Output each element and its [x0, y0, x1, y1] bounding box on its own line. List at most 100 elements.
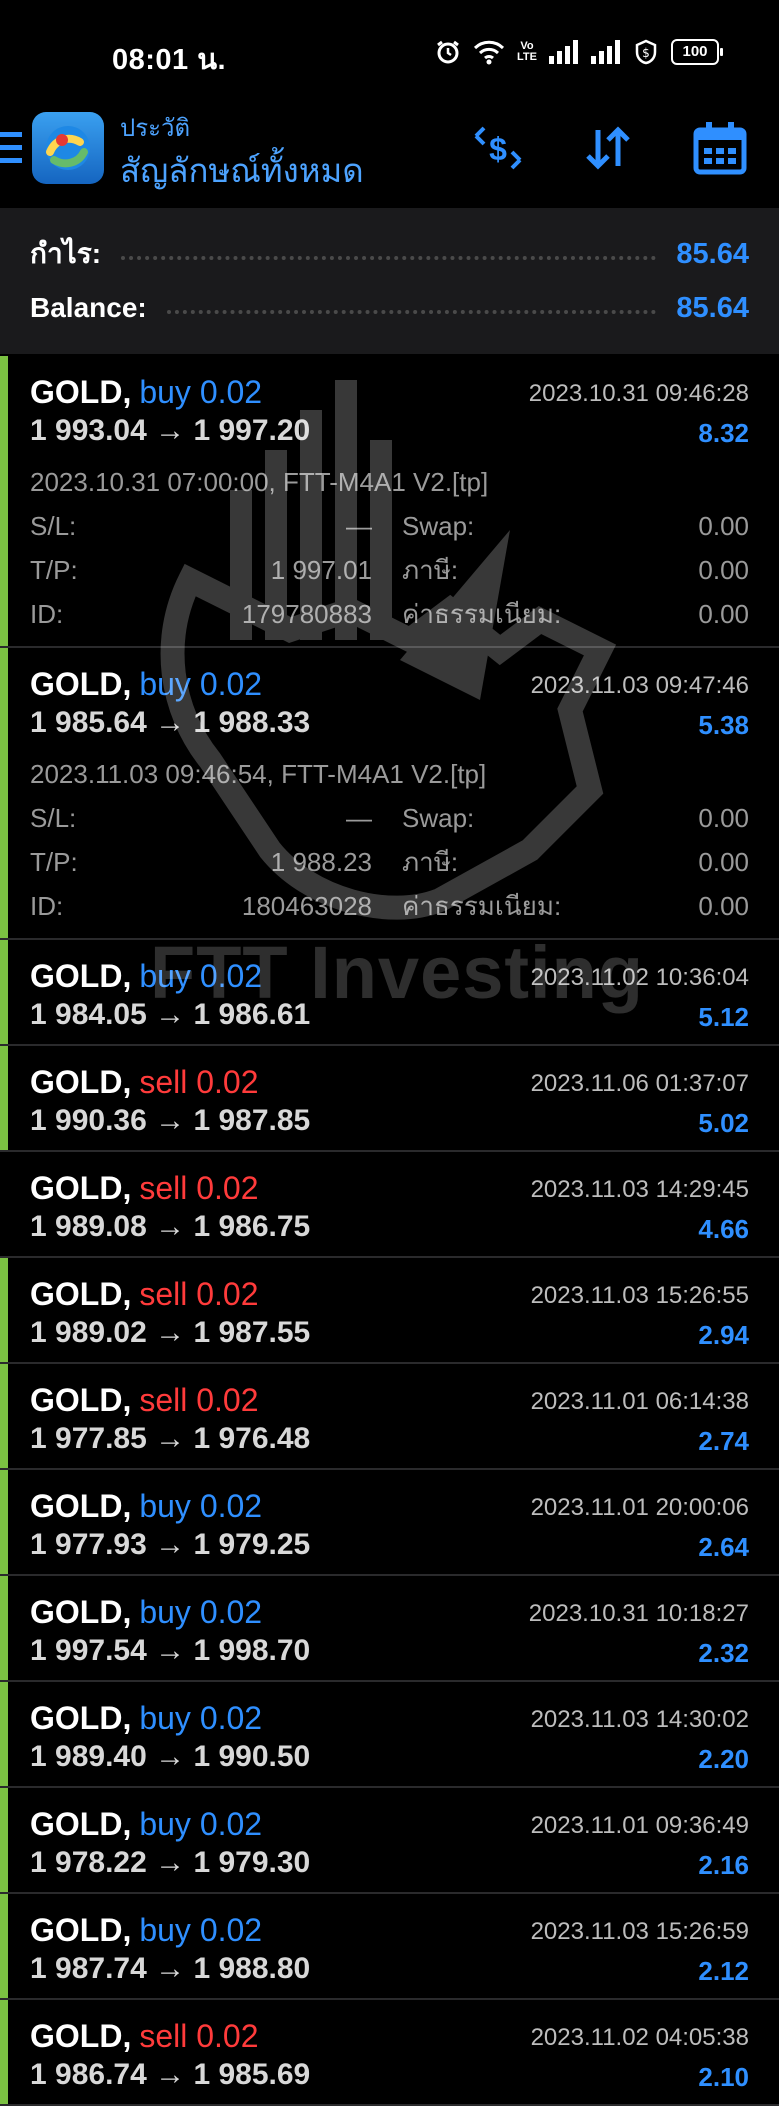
- detail-value: 1 988.23: [270, 846, 372, 877]
- sort-icon[interactable]: [580, 120, 636, 181]
- deal-profit: 8.32: [698, 418, 749, 448]
- detail-value: 0.00: [698, 598, 749, 629]
- deal-symbol-text: GOLD,: [30, 1064, 132, 1100]
- detail-value: 0.00: [698, 554, 749, 585]
- deal-time: 2023.11.06 01:37:07: [530, 1070, 749, 1097]
- deal-profit: 5.38: [698, 710, 749, 740]
- deal-symbol: GOLD, sell 0.02: [30, 1064, 259, 1101]
- deal-item[interactable]: GOLD, buy 0.02 1 987.74 → 1 988.80 2023.11.…: [0, 1894, 779, 2000]
- deal-profit: 2.64: [698, 1532, 749, 1562]
- signal-icon-2: [591, 40, 621, 64]
- deal-type: sell 0.02: [139, 1170, 259, 1206]
- deal-symbol-text: GOLD,: [30, 2018, 132, 2054]
- deal-prices: 1 978.22 → 1 979.30: [30, 1846, 311, 1879]
- battery-icon: 100: [671, 39, 723, 65]
- deal-symbol-text: GOLD,: [30, 1276, 132, 1312]
- svg-text:$: $: [642, 46, 650, 60]
- deal-prices: 1 985.64 → 1 988.33: [30, 706, 311, 739]
- balance-row: Balance: 85.64: [30, 288, 749, 328]
- deal-type: sell 0.02: [139, 1382, 259, 1418]
- deal-type: buy 0.02: [139, 1488, 263, 1524]
- deal-item[interactable]: GOLD, buy 0.02 1 978.22 → 1 979.30 2023.11.…: [0, 1788, 779, 1894]
- menu-icon[interactable]: [0, 128, 22, 173]
- deal-symbol: GOLD, buy 0.02: [30, 1806, 262, 1843]
- currency-filter-icon[interactable]: $: [470, 120, 526, 181]
- deal-details: 2023.10.31 07:00:00, FTT-M4A1 V2.[tp] S/L…: [0, 460, 779, 646]
- balance-label: Balance:: [30, 292, 147, 323]
- deal-prices: 1 986.74 → 1 985.69: [30, 2058, 311, 2091]
- deal-item[interactable]: GOLD, sell 0.02 1 986.74 → 1 985.69 2023.11…: [0, 2000, 779, 2106]
- deal-time: 2023.11.03 14:30:02: [530, 1706, 749, 1733]
- profit-row: กำไร: 85.64: [30, 234, 749, 274]
- svg-text:$: $: [489, 131, 507, 167]
- deal-symbol-text: GOLD,: [30, 1170, 132, 1206]
- deal-type: buy 0.02: [139, 666, 263, 702]
- status-icons: Vo LTE $ 100: [435, 36, 723, 68]
- detail-label: ภาษี:: [402, 554, 459, 585]
- deal-item[interactable]: GOLD, sell 0.02 1 977.85 → 1 976.48 2023.11…: [0, 1364, 779, 1470]
- detail-row: S/L: — Swap: 0.00: [30, 504, 749, 548]
- detail-value: 0.00: [698, 846, 749, 877]
- deal-details: 2023.11.03 09:46:54, FTT-M4A1 V2.[tp] S/L…: [0, 752, 779, 938]
- detail-label: ภาษี:: [402, 846, 459, 877]
- deal-item[interactable]: GOLD, buy 0.02 1 985.64 → 1 988.33 2023.11.…: [0, 648, 779, 940]
- deal-item[interactable]: GOLD, sell 0.02 1 989.02 → 1 987.55 2023.11…: [0, 1258, 779, 1364]
- deal-item[interactable]: GOLD, sell 0.02 1 989.08 → 1 986.75 2023.11…: [0, 1152, 779, 1258]
- deal-symbol-text: GOLD,: [30, 1700, 132, 1736]
- deal-prices: 1 989.08 → 1 986.75: [30, 1210, 311, 1243]
- deal-time: 2023.10.31 09:46:28: [528, 380, 749, 407]
- deal-symbol: GOLD, buy 0.02: [30, 1488, 262, 1525]
- deal-time: 2023.11.01 06:14:38: [530, 1388, 749, 1415]
- deal-symbol: GOLD, buy 0.02: [30, 666, 262, 703]
- deal-profit: 5.12: [698, 1002, 749, 1032]
- deal-type: sell 0.02: [139, 1276, 259, 1312]
- profit-value: 85.64: [676, 237, 749, 270]
- detail-label: T/P:: [30, 554, 78, 585]
- data-saver-icon: $: [633, 39, 659, 65]
- status-bar: 08:01 น. Vo LTE $ 100: [0, 0, 779, 100]
- deal-type: buy 0.02: [139, 1806, 263, 1842]
- deal-symbol: GOLD, sell 0.02: [30, 2018, 259, 2055]
- detail-label: ค่าธรรมเนียม:: [402, 598, 562, 629]
- detail-value: 0.00: [698, 890, 749, 921]
- detail-label: S/L:: [30, 510, 77, 541]
- deal-symbol-text: GOLD,: [30, 1594, 132, 1630]
- deal-symbol: GOLD, sell 0.02: [30, 1276, 259, 1313]
- deal-item[interactable]: GOLD, buy 0.02 1 993.04 → 1 997.20 2023.10.…: [0, 356, 779, 648]
- detail-row: T/P: 1 988.23 ภาษี: 0.00: [30, 840, 749, 884]
- detail-value: 1 997.01: [270, 554, 372, 585]
- deal-profit: 2.32: [698, 1638, 749, 1668]
- deal-item[interactable]: GOLD, sell 0.02 1 990.36 → 1 987.85 2023.11…: [0, 1046, 779, 1152]
- profit-label: กำไร:: [30, 238, 102, 269]
- detail-label: T/P:: [30, 846, 78, 877]
- deal-symbol-text: GOLD,: [30, 1382, 132, 1418]
- deal-type: buy 0.02: [139, 1912, 263, 1948]
- page-title[interactable]: สัญลักษณ์ทั้งหมด: [120, 144, 364, 197]
- calendar-icon[interactable]: [692, 120, 748, 181]
- deal-prices: 1 989.02 → 1 987.55: [30, 1316, 311, 1349]
- deal-prices: 1 989.40 → 1 990.50: [30, 1740, 311, 1773]
- summary-panel: กำไร: 85.64 Balance: 85.64: [0, 208, 779, 354]
- deal-item[interactable]: GOLD, buy 0.02 1 997.54 → 1 998.70 2023.10.…: [0, 1576, 779, 1682]
- app-bar: ประวัติ สัญลักษณ์ทั้งหมด $: [0, 100, 779, 208]
- deal-item[interactable]: GOLD, buy 0.02 1 989.40 → 1 990.50 2023.11.…: [0, 1682, 779, 1788]
- detail-value: —: [346, 510, 372, 541]
- deal-symbol: GOLD, buy 0.02: [30, 1700, 262, 1737]
- detail-value: 0.00: [698, 510, 749, 541]
- dotted-leader: [121, 256, 657, 260]
- deal-prices: 1 987.74 → 1 988.80: [30, 1952, 311, 1985]
- deal-prices: 1 997.54 → 1 998.70: [30, 1634, 311, 1667]
- deal-symbol: GOLD, buy 0.02: [30, 374, 262, 411]
- deal-symbol: GOLD, buy 0.02: [30, 1912, 262, 1949]
- deal-symbol-text: GOLD,: [30, 374, 132, 410]
- volte-icon: Vo LTE: [517, 40, 537, 63]
- status-time: 08:01 น.: [112, 44, 227, 76]
- deal-item[interactable]: GOLD, buy 0.02 1 977.93 → 1 979.25 2023.11.…: [0, 1470, 779, 1576]
- detail-label: ID:: [30, 598, 64, 629]
- signal-icon-1: [549, 40, 579, 64]
- deal-list: GOLD, buy 0.02 1 993.04 → 1 997.20 2023.10.…: [0, 356, 779, 2106]
- watermark-text: FTT Investing: [150, 931, 644, 1014]
- deal-comment: 2023.10.31 07:00:00, FTT-M4A1 V2.[tp]: [30, 467, 489, 497]
- deal-profit: 4.66: [698, 1214, 749, 1244]
- deal-symbol: GOLD, sell 0.02: [30, 1170, 259, 1207]
